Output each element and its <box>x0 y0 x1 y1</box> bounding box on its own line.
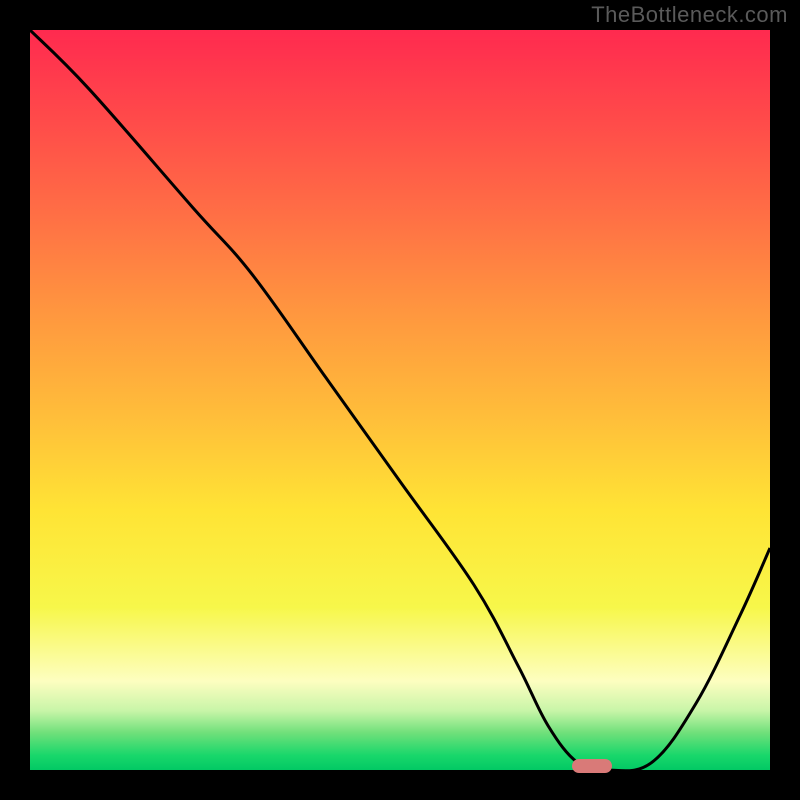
watermark-text: TheBottleneck.com <box>591 2 788 28</box>
chart-marker <box>572 759 612 773</box>
chart-series-curve <box>30 30 770 770</box>
chart-curve-svg <box>30 30 770 770</box>
chart-plot-area <box>30 30 770 770</box>
